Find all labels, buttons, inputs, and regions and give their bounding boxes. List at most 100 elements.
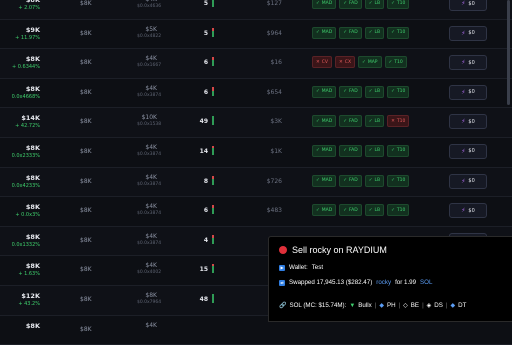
liquidity-value: $8K xyxy=(80,295,92,303)
buy-sell-bar xyxy=(212,116,214,126)
liquidity-value: $8K xyxy=(80,207,92,215)
table-row[interactable]: $8K + 0.0x3% $8K $4K $0.0x3874 6 $483 ✓ M… xyxy=(0,197,512,227)
holder-value: $3K xyxy=(270,118,282,126)
market-cap-value: $8K xyxy=(25,203,40,212)
buy-sell-bar xyxy=(212,57,214,67)
quick-buy-button[interactable]: ⚡$0 xyxy=(449,203,487,219)
buy-sell-bar xyxy=(212,0,214,7)
quick-buy-button[interactable]: ⚡$0 xyxy=(449,84,487,100)
market-cap-value: $8K xyxy=(25,173,40,182)
trade-notification: Sell rocky on RAYDIUM ▶ Wallet: Test ⇄ S… xyxy=(268,236,512,322)
check-icon: ✓ xyxy=(391,148,395,154)
volume-cell: $4K $0.0x3874 xyxy=(137,85,162,98)
pass-tag: ✓ T10 xyxy=(387,0,410,9)
volume-value: $4K xyxy=(145,55,157,63)
dt-icon: ◆ xyxy=(450,303,456,309)
pass-tag: ✓ T10 xyxy=(387,144,410,157)
pass-tag: ✓ FAD xyxy=(339,26,362,39)
quick-buy-button[interactable]: ⚡$0 xyxy=(449,55,487,71)
link-dt[interactable]: DT xyxy=(458,302,466,309)
price-value: $0.0x3874 xyxy=(137,240,162,246)
liquidity-value: $8K xyxy=(80,88,92,96)
pass-tag: ✓ LB xyxy=(364,144,385,157)
sell-portion xyxy=(212,86,214,91)
quick-buy-button[interactable]: ⚡$0 xyxy=(449,114,487,130)
table-row[interactable]: $9K + 11.97% $8K $5K $0.0x4822 5 $964 ✓ M… xyxy=(0,20,512,50)
tx-count: 8 xyxy=(203,177,208,185)
bolt-icon: ⚡ xyxy=(461,59,466,67)
pass-tag: ✓ T10 xyxy=(387,85,410,98)
pass-tag: ✓ MAD xyxy=(312,0,337,9)
ds-icon: ◈ xyxy=(426,303,432,309)
check-icon: ✓ xyxy=(343,148,347,154)
table-row[interactable]: $14K + 42.72% $8K $10K $0.0x1538 49 $3K … xyxy=(0,108,512,138)
market-cap-change: + 43.2% xyxy=(18,300,40,307)
liquidity-value: $8K xyxy=(80,325,92,333)
link-ph[interactable]: PH xyxy=(387,302,396,309)
bolt-icon: ⚡ xyxy=(461,0,466,7)
volume-cell: $4K $0.0x1667 xyxy=(137,55,161,68)
quick-buy-button[interactable]: ⚡$0 xyxy=(449,0,487,11)
volume-value: $10K xyxy=(141,114,157,122)
bolt-icon: ⚡ xyxy=(461,147,466,155)
quick-buy-button[interactable]: ⚡$0 xyxy=(449,173,487,189)
quick-buy-button[interactable]: ⚡$0 xyxy=(449,25,487,41)
token-link[interactable]: rocky xyxy=(376,279,391,286)
price-value: $0.0x3874 xyxy=(137,92,162,98)
cross-icon: ✕ xyxy=(339,59,343,65)
price-value: $0.0x4822 xyxy=(137,33,162,39)
link-be[interactable]: BE xyxy=(411,302,419,309)
table-row[interactable]: $8K 0.0x2333% $8K $4K $0.0x3874 14 $1K ✓… xyxy=(0,138,512,168)
pass-tag: ✓ MAD xyxy=(312,144,337,157)
price-value: $0.0x3874 xyxy=(137,211,162,217)
sell-portion xyxy=(212,264,214,267)
pass-tag: ✓ MAD xyxy=(312,174,337,187)
market-cap-cell: $8K 0.0x1332% xyxy=(6,233,40,248)
price-value: $0.0x4002 xyxy=(137,270,162,276)
fail-tag: ✕ CV xyxy=(312,56,333,69)
sell-portion xyxy=(212,27,214,31)
scrollbar[interactable] xyxy=(507,0,510,105)
check-icon: ✓ xyxy=(368,178,373,184)
check-icon: ✓ xyxy=(343,0,347,6)
check-icon: ✓ xyxy=(368,89,373,95)
holder-value: $483 xyxy=(266,207,282,215)
holder-value: $1K xyxy=(270,147,282,155)
table-row[interactable]: $8K 0.0x4668% $8K $4K $0.0x3874 6 $654 ✓… xyxy=(0,79,512,109)
check-icon: ✓ xyxy=(391,89,395,95)
check-icon: ✓ xyxy=(368,118,373,124)
quick-buy-button[interactable]: ⚡$0 xyxy=(449,143,487,159)
holder-value: $127 xyxy=(266,0,282,7)
table-row[interactable]: $8K 0.0x4233% $8K $4K $0.0x3874 8 $726 ✓… xyxy=(0,167,512,198)
fail-tag: ✕ CX xyxy=(335,56,356,69)
volume-value: $5K xyxy=(145,25,157,33)
volume-value: $4K xyxy=(145,321,157,329)
tx-count: 5 xyxy=(203,0,208,7)
liquidity-value: $8K xyxy=(80,177,92,185)
pass-tag: ✓ MAD xyxy=(312,115,337,128)
play-icon: ▶ xyxy=(279,264,285,271)
tx-count: 14 xyxy=(199,147,208,155)
volume-cell: $8K $0.0x7964 xyxy=(137,292,162,305)
volume-value: $4K xyxy=(145,173,157,181)
check-icon: ✓ xyxy=(362,59,366,65)
holder-value: $726 xyxy=(266,177,282,185)
volume-value: $4K xyxy=(145,232,157,240)
audit-tags: ✓ MAD ✓ FAD ✓ LB ✓ T10 xyxy=(312,0,410,9)
pass-tag: ✓ FAD xyxy=(339,115,362,128)
price-value: $0.0x3874 xyxy=(137,181,162,187)
link-ds[interactable]: DS xyxy=(434,302,443,309)
table-row[interactable]: $8K + 2.07% $8K $4K $0.0x4636 5 $127 ✓MA… xyxy=(0,0,512,20)
pass-tag: ✓ LB xyxy=(364,26,385,39)
liquidity-value: $8K xyxy=(80,29,92,37)
be-icon: ◇ xyxy=(403,303,408,309)
tx-count: 4 xyxy=(203,236,208,244)
liquidity-value: $8K xyxy=(80,236,92,244)
audit-tags: ✓ MAD ✓ FAD ✓ LB ✓ T10 xyxy=(312,26,410,39)
fail-tag: ✕ T10 xyxy=(387,115,410,128)
pass-tag: ✓ MAD xyxy=(312,26,337,39)
table-row[interactable]: $8K + 0.6344% $8K $4K $0.0x1667 6 $16 ✕ C… xyxy=(0,49,512,79)
link-bullx[interactable]: Bullx xyxy=(358,302,371,309)
price-value: $0.0x7964 xyxy=(137,299,162,305)
volume-value: $4K xyxy=(145,143,157,151)
